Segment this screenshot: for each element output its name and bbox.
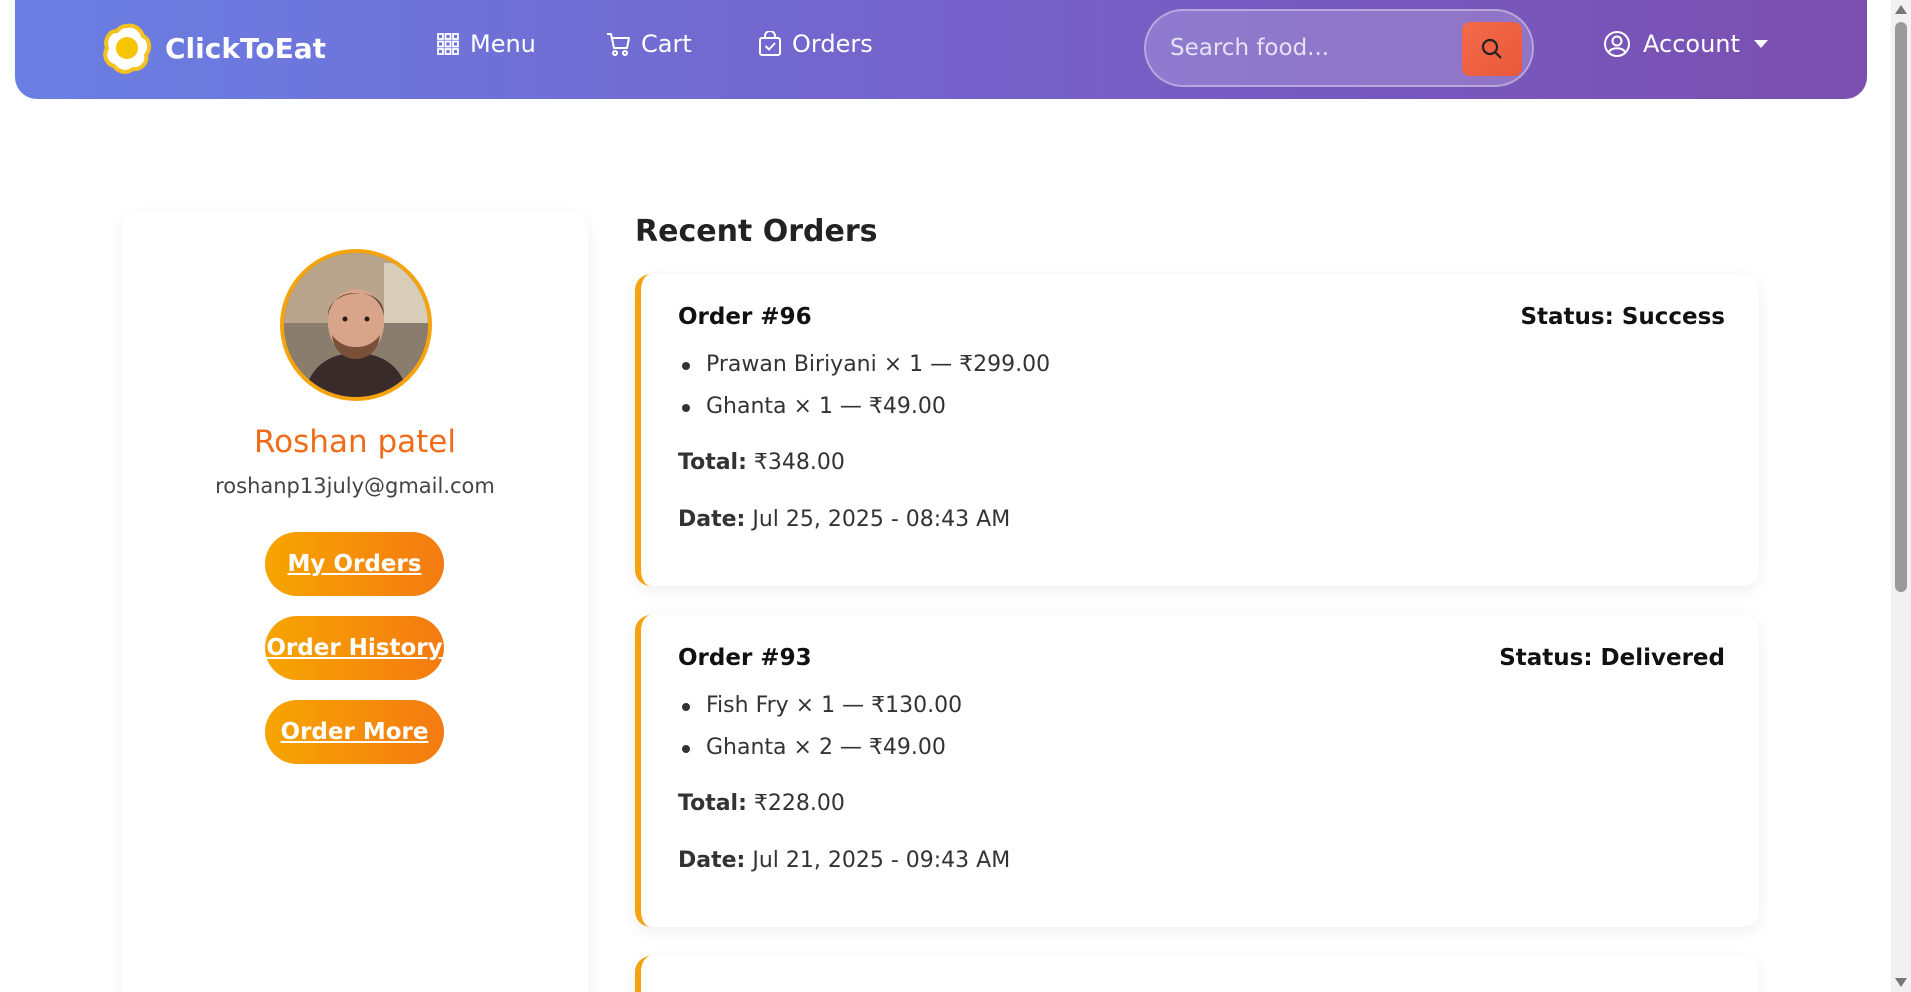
my-orders-button[interactable]: My Orders bbox=[265, 532, 444, 596]
search-icon bbox=[1481, 38, 1502, 59]
navbar: ClickToEat Menu Cart Orders Search food.… bbox=[15, 0, 1867, 99]
nav-cart-link[interactable]: Cart bbox=[605, 30, 692, 58]
account-label: Account bbox=[1643, 30, 1740, 58]
scroll-down-arrow-icon[interactable] bbox=[1895, 978, 1907, 987]
scrollbar[interactable] bbox=[1891, 0, 1911, 992]
order-item: Fish Fry × 1 — ₹130.00 bbox=[678, 691, 962, 733]
order-id: Order #93 bbox=[678, 645, 812, 671]
user-circle-icon bbox=[1604, 31, 1630, 57]
egg-logo-icon bbox=[103, 23, 152, 74]
caret-down-icon bbox=[1753, 40, 1768, 48]
profile-name: Roshan patel bbox=[254, 424, 456, 460]
nav-menu-link[interactable]: Menu bbox=[436, 30, 536, 58]
total-value: ₹228.00 bbox=[753, 791, 845, 816]
avatar bbox=[280, 249, 432, 401]
nav-cart-label: Cart bbox=[641, 30, 692, 58]
date-label: Date: bbox=[678, 848, 746, 873]
date-value: Jul 21, 2025 - 09:43 AM bbox=[752, 848, 1011, 873]
order-total: Total: ₹228.00 bbox=[678, 791, 845, 816]
order-status: Status: Success bbox=[1520, 304, 1725, 330]
order-card-partial bbox=[635, 956, 1759, 992]
brand[interactable]: ClickToEat bbox=[101, 22, 326, 74]
profile-email: roshanp13july@gmail.com bbox=[215, 474, 495, 498]
profile-card: Roshan patel roshanp13july@gmail.com My … bbox=[122, 212, 588, 992]
order-item: Ghanta × 2 — ₹49.00 bbox=[678, 733, 962, 775]
date-value: Jul 25, 2025 - 08:43 AM bbox=[752, 507, 1011, 532]
order-items-list: Prawan Biriyani × 1 — ₹299.00 Ghanta × 1… bbox=[678, 350, 1050, 434]
order-id: Order #96 bbox=[678, 304, 812, 330]
order-history-button[interactable]: Order History bbox=[265, 616, 444, 680]
order-date: Date: Jul 25, 2025 - 08:43 AM bbox=[678, 507, 1010, 532]
order-card: Order #96 Status: Success Prawan Biriyan… bbox=[635, 274, 1759, 586]
nav-orders-link[interactable]: Orders bbox=[758, 30, 873, 58]
order-date: Date: Jul 21, 2025 - 09:43 AM bbox=[678, 848, 1010, 873]
order-status: Status: Delivered bbox=[1499, 645, 1725, 671]
total-label: Total: bbox=[678, 450, 747, 475]
order-item: Prawan Biriyani × 1 — ₹299.00 bbox=[678, 350, 1050, 392]
recent-orders-title: Recent Orders bbox=[635, 214, 878, 249]
avatar-photo bbox=[284, 253, 428, 397]
total-label: Total: bbox=[678, 791, 747, 816]
scroll-up-arrow-icon[interactable] bbox=[1895, 5, 1907, 14]
nav-menu-label: Menu bbox=[470, 30, 536, 58]
nav-orders-label: Orders bbox=[792, 30, 873, 58]
search-button[interactable] bbox=[1462, 22, 1522, 76]
order-card: Order #93 Status: Delivered Fish Fry × 1… bbox=[635, 615, 1759, 927]
total-value: ₹348.00 bbox=[753, 450, 845, 475]
search-bar bbox=[1144, 9, 1534, 87]
bag-check-icon bbox=[759, 31, 781, 56]
grid-icon bbox=[437, 33, 459, 55]
brand-name: ClickToEat bbox=[165, 31, 326, 65]
scroll-thumb[interactable] bbox=[1895, 22, 1907, 592]
date-label: Date: bbox=[678, 507, 746, 532]
search-input[interactable] bbox=[1170, 35, 1460, 61]
order-more-button[interactable]: Order More bbox=[265, 700, 444, 764]
order-item: Ghanta × 1 — ₹49.00 bbox=[678, 392, 1050, 434]
cart-icon bbox=[607, 33, 630, 56]
account-dropdown[interactable]: Account bbox=[1603, 30, 1768, 58]
order-items-list: Fish Fry × 1 — ₹130.00 Ghanta × 2 — ₹49.… bbox=[678, 691, 962, 775]
order-total: Total: ₹348.00 bbox=[678, 450, 845, 475]
